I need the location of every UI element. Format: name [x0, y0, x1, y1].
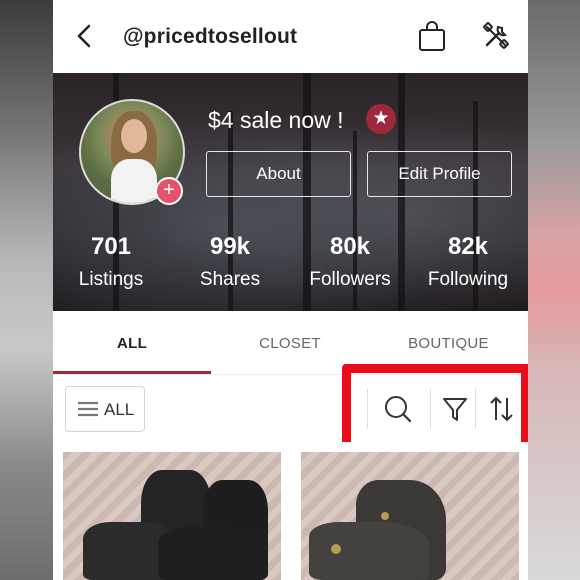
menu-icon: [78, 401, 98, 416]
background-left: [0, 0, 53, 580]
all-categories-label: ALL: [104, 400, 135, 419]
about-button[interactable]: About: [206, 151, 351, 197]
stat-label: Followers: [309, 269, 391, 290]
tools-icon[interactable]: [481, 21, 511, 51]
profile-headline: $4 sale now !: [208, 107, 344, 133]
add-photo-button[interactable]: +: [155, 177, 183, 205]
star-icon: ★: [366, 104, 396, 134]
stat-label: Listings: [78, 269, 144, 290]
stat-value: 80k: [329, 233, 371, 260]
stat-value: 701: [90, 233, 132, 260]
stat-label: Shares: [199, 269, 261, 290]
avatar-top: [111, 159, 157, 203]
avatar-face: [121, 119, 147, 153]
background-right: [528, 0, 580, 580]
tab-all[interactable]: ALL: [53, 311, 211, 375]
bootie-image: [309, 522, 429, 580]
stat-following[interactable]: 82k Following: [413, 233, 523, 291]
listing-card-grey-suede-booties[interactable]: [301, 452, 519, 580]
active-tab-indicator: [53, 371, 211, 374]
app-screen: @pricedtosellout + $4 sale now ! ★ About: [53, 0, 528, 580]
stat-shares[interactable]: 99k Shares: [175, 233, 285, 291]
stat-listings[interactable]: 701 Listings: [56, 233, 166, 291]
stat-value: 99k: [209, 233, 251, 260]
stat-followers[interactable]: 80k Followers: [295, 233, 405, 291]
all-categories-button[interactable]: ALL: [65, 386, 145, 432]
stat-label: Following: [427, 269, 509, 290]
back-icon[interactable]: [73, 22, 97, 50]
profile-cover: + $4 sale now ! ★ About Edit Profile 701…: [53, 73, 528, 311]
closet-username: @pricedtosellout: [123, 25, 298, 48]
bootie-button: [331, 544, 341, 554]
top-bar: @pricedtosellout: [53, 0, 528, 73]
stat-value: 82k: [447, 233, 489, 260]
bootie-button: [381, 512, 389, 520]
boot-image: [158, 527, 268, 580]
edit-profile-button[interactable]: Edit Profile: [367, 151, 512, 197]
listing-card-black-ankle-boots[interactable]: [63, 452, 281, 580]
listings-grid: [53, 442, 528, 580]
shopping-bag-icon[interactable]: [417, 20, 447, 52]
